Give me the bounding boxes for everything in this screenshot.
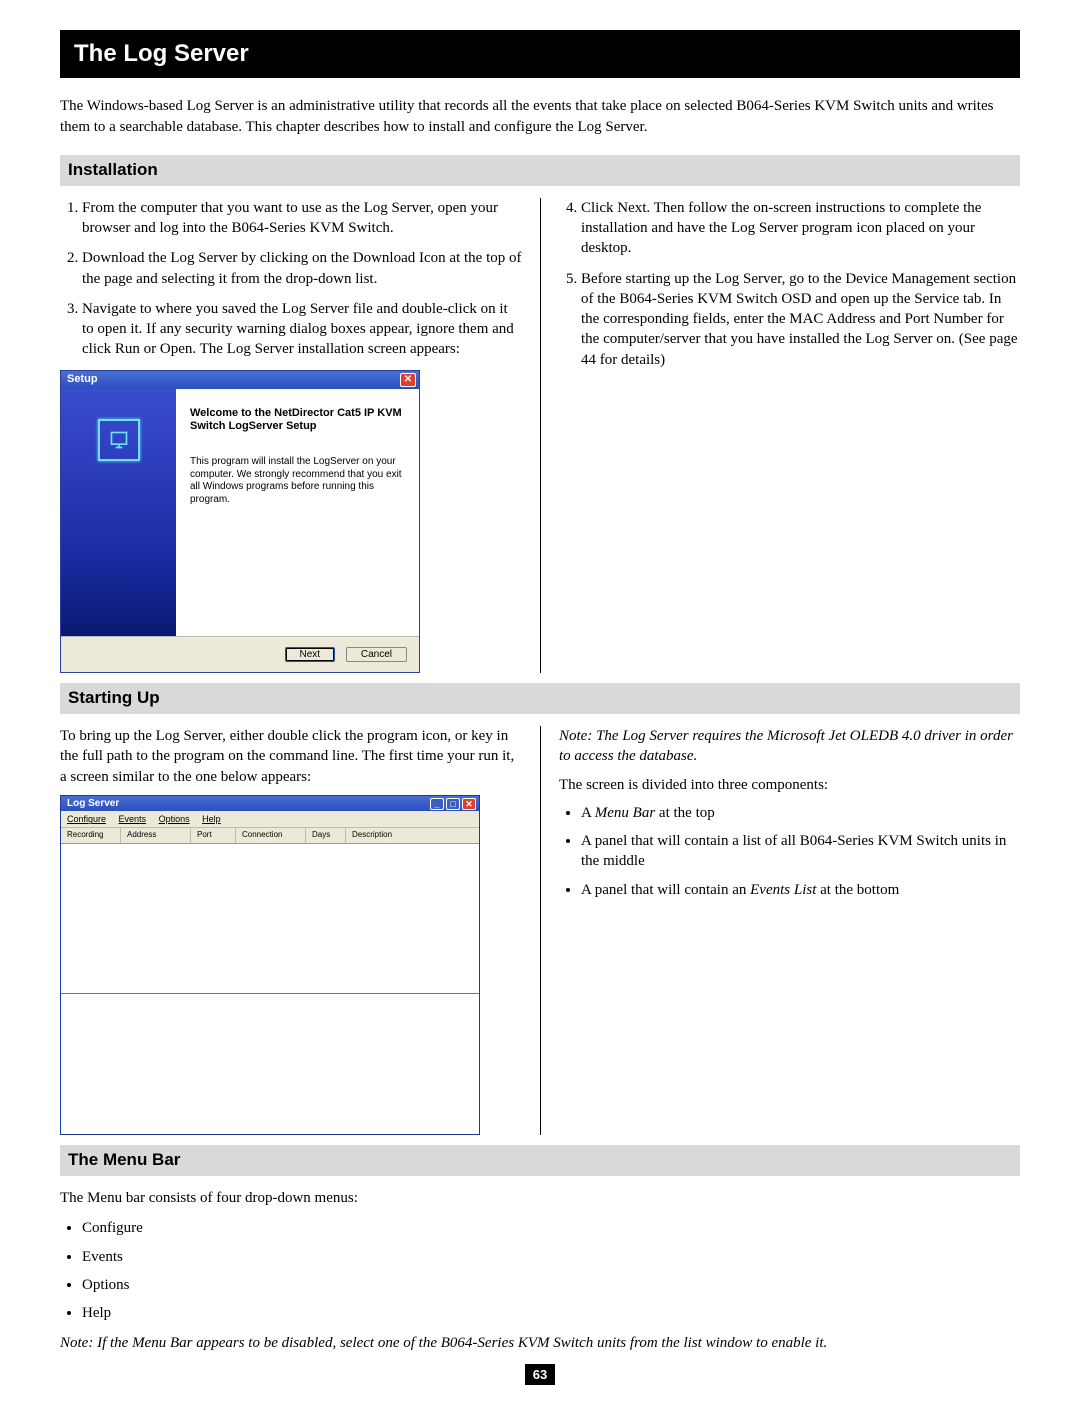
setup-welcome-title: Welcome to the NetDirector Cat5 IP KVM S…	[190, 407, 405, 435]
maximize-icon[interactable]: □	[446, 798, 460, 810]
close-icon[interactable]: ✕	[400, 373, 416, 387]
col-description[interactable]: Description	[346, 828, 479, 843]
startingup-note: Note: The Log Server requires the Micros…	[559, 726, 1020, 767]
list-item: Download the Log Server by clicking on t…	[82, 248, 522, 289]
page-title-bar: The Log Server	[60, 30, 1020, 78]
startingup-columns: To bring up the Log Server, either doubl…	[60, 726, 1020, 1135]
logserver-window-title: Log Server	[67, 797, 119, 811]
logserver-titlebar: Log Server _ □ ✕	[61, 796, 479, 812]
col-days[interactable]: Days	[306, 828, 346, 843]
menu-options[interactable]: Options	[159, 814, 190, 824]
logserver-menubar: Configure Events Options Help	[61, 811, 479, 828]
page-title: The Log Server	[74, 40, 249, 67]
section-heading-starting-up: Starting Up	[60, 683, 1020, 714]
logserver-column-headers: Recording Address Port Connection Days D…	[61, 828, 479, 844]
page-number-wrap: 63	[60, 1364, 1020, 1386]
col-address[interactable]: Address	[121, 828, 191, 843]
startingup-left-col: To bring up the Log Server, either doubl…	[60, 726, 540, 1135]
logserver-unit-list-panel[interactable]	[61, 844, 479, 994]
close-icon[interactable]: ✕	[462, 798, 476, 810]
list-item: Events	[82, 1247, 1020, 1267]
list-item: Navigate to where you saved the Log Serv…	[82, 299, 522, 360]
page-number: 63	[525, 1364, 555, 1386]
list-item: Configure	[82, 1218, 1020, 1238]
menubar-items: Configure Events Options Help	[60, 1218, 1020, 1323]
list-item: Options	[82, 1275, 1020, 1295]
col-port[interactable]: Port	[191, 828, 236, 843]
setup-titlebar: Setup ✕	[61, 371, 419, 389]
installation-steps-right: Click Next. Then follow the on-screen in…	[559, 198, 1020, 370]
components-list: A Menu Bar at the top A panel that will …	[559, 803, 1020, 900]
menu-events[interactable]: Events	[119, 814, 147, 824]
menubar-lead: The Menu bar consists of four drop-down …	[60, 1188, 1020, 1208]
menu-help[interactable]: Help	[202, 814, 221, 824]
list-item: Click Next. Then follow the on-screen in…	[581, 198, 1020, 259]
list-item: From the computer that you want to use a…	[82, 198, 522, 239]
cancel-button[interactable]: Cancel	[346, 647, 407, 662]
next-button[interactable]: Next	[285, 647, 336, 662]
intro-paragraph: The Windows-based Log Server is an admin…	[60, 96, 1020, 137]
list-item: Before starting up the Log Server, go to…	[581, 269, 1020, 370]
menubar-note: Note: If the Menu Bar appears to be disa…	[60, 1333, 1020, 1353]
setup-window-title: Setup	[67, 373, 98, 387]
startingup-right-text: The screen is divided into three compone…	[559, 775, 1020, 795]
installation-columns: From the computer that you want to use a…	[60, 198, 1020, 673]
menu-configure[interactable]: Configure	[67, 814, 106, 824]
setup-body-text: This program will install the LogServer …	[190, 456, 405, 506]
setup-button-bar: Next Cancel	[61, 636, 419, 672]
col-recording[interactable]: Recording	[61, 828, 121, 843]
list-item: A panel that will contain an Events List…	[581, 880, 1020, 900]
setup-body: Welcome to the NetDirector Cat5 IP KVM S…	[61, 389, 419, 637]
list-item: Help	[82, 1303, 1020, 1323]
startingup-right-col: Note: The Log Server requires the Micros…	[540, 726, 1020, 1135]
installer-icon	[98, 419, 140, 461]
installation-left-col: From the computer that you want to use a…	[60, 198, 540, 673]
section-heading-menu-bar: The Menu Bar	[60, 1145, 1020, 1176]
setup-sidebar	[61, 389, 176, 637]
window-controls: _ □ ✕	[430, 798, 476, 810]
logserver-window: Log Server _ □ ✕ Configure Events Option…	[60, 795, 480, 1135]
list-item: A Menu Bar at the top	[581, 803, 1020, 823]
installation-steps-left: From the computer that you want to use a…	[60, 198, 522, 360]
minimize-icon[interactable]: _	[430, 798, 444, 810]
setup-main-panel: Welcome to the NetDirector Cat5 IP KVM S…	[176, 389, 419, 637]
section-heading-installation: Installation	[60, 155, 1020, 186]
col-connection[interactable]: Connection	[236, 828, 306, 843]
setup-wizard-window: Setup ✕ Welcome to the NetDirector Cat5 …	[60, 370, 420, 674]
startingup-left-text: To bring up the Log Server, either doubl…	[60, 726, 522, 787]
list-item: A panel that will contain a list of all …	[581, 831, 1020, 872]
logserver-events-panel[interactable]	[61, 994, 479, 1134]
installation-right-col: Click Next. Then follow the on-screen in…	[540, 198, 1020, 673]
